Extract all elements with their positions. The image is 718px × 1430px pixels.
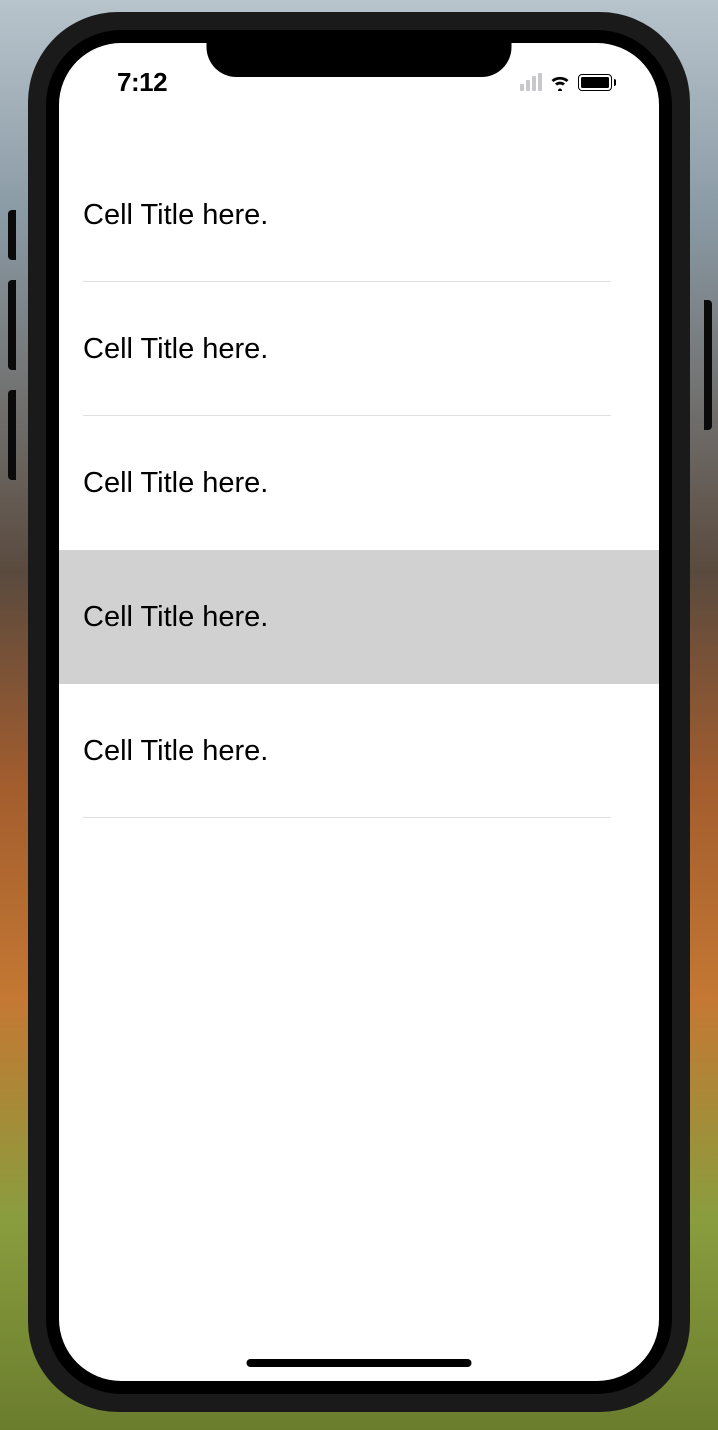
table-row[interactable]: Cell Title here.	[59, 416, 659, 550]
device-frame: 7:12	[28, 12, 690, 1412]
device-power-button	[704, 300, 712, 430]
screen: 7:12	[59, 43, 659, 1381]
status-time: 7:12	[87, 67, 167, 98]
cell-title: Cell Title here.	[83, 601, 268, 634]
wifi-icon	[548, 73, 572, 91]
table-row[interactable]: Cell Title here.	[59, 684, 659, 818]
cellular-signal-icon	[520, 73, 542, 91]
cell-title: Cell Title here.	[83, 333, 268, 366]
status-icons	[520, 73, 631, 91]
cell-separator	[83, 817, 611, 818]
table-row-selected[interactable]: Cell Title here.	[59, 550, 659, 684]
table-view[interactable]: Cell Title here. Cell Title here. Cell T…	[59, 103, 659, 818]
device-inner: 7:12	[46, 30, 672, 1394]
device-volume-down	[8, 390, 16, 480]
cell-title: Cell Title here.	[83, 199, 268, 232]
cell-title: Cell Title here.	[83, 467, 268, 500]
battery-icon	[578, 74, 616, 91]
device-volume-up	[8, 280, 16, 370]
table-row[interactable]: Cell Title here.	[59, 282, 659, 416]
cell-title: Cell Title here.	[83, 735, 268, 768]
table-row[interactable]: Cell Title here.	[59, 148, 659, 282]
device-mute-switch	[8, 210, 16, 260]
device-notch	[207, 30, 512, 77]
home-indicator[interactable]	[247, 1359, 472, 1367]
